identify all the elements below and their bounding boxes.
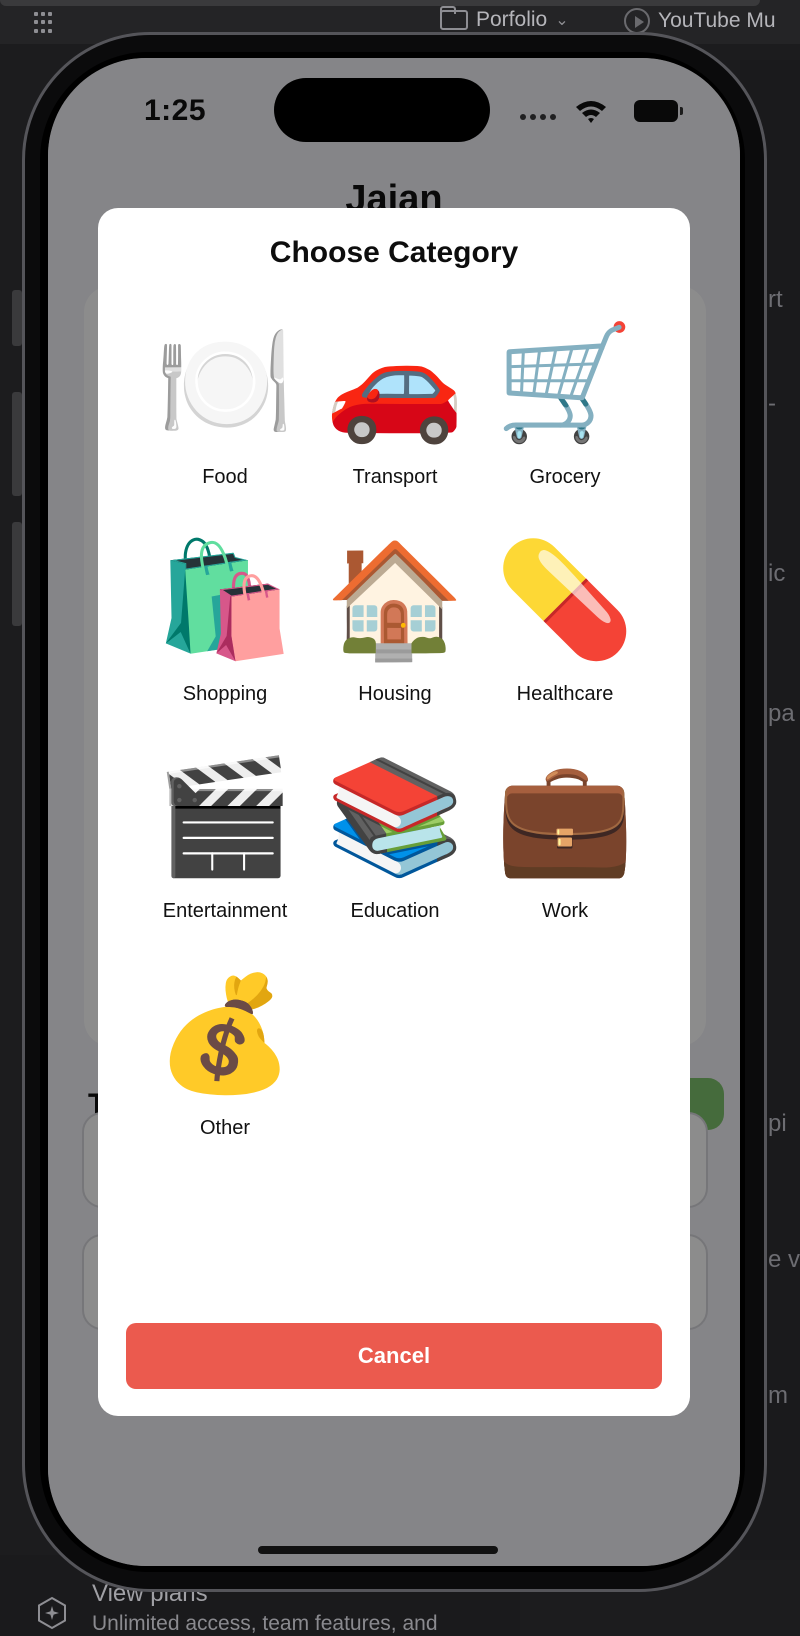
tab-youtube-music[interactable]: YouTube Mu <box>624 8 776 34</box>
category-label: Entertainment <box>162 900 288 922</box>
home-indicator[interactable] <box>258 1546 498 1554</box>
text-fragment: - <box>768 390 776 417</box>
text-fragment: m <box>768 1382 788 1409</box>
tab-portfolio[interactable]: Porfolio ⌄ <box>440 6 569 32</box>
category-other[interactable]: 💰 Other <box>140 969 310 1186</box>
text-fragment: pi <box>768 1110 787 1137</box>
cart-icon: 🛒 <box>495 320 635 445</box>
hexagon-sparkle-icon <box>38 1596 66 1630</box>
pill-icon: 💊 <box>495 537 635 662</box>
cancel-button[interactable]: Cancel <box>126 1323 662 1389</box>
category-picker-modal: Choose Category 🍽️ Food 🚗 Transport 🛒 Gr… <box>98 208 690 1416</box>
text-fragment: ic <box>768 560 786 587</box>
volume-down-button <box>12 522 22 626</box>
category-label: Work <box>541 900 589 922</box>
text-fragment: rt <box>768 286 783 313</box>
clapper-board-icon: 🎬 <box>155 754 295 879</box>
category-food[interactable]: 🍽️ Food <box>140 318 310 535</box>
category-label: Grocery <box>529 466 601 488</box>
category-label: Other <box>199 1117 251 1139</box>
category-shopping[interactable]: 🛍️ Shopping <box>140 535 310 752</box>
books-icon: 📚 <box>325 754 465 879</box>
modal-title: Choose Category <box>269 236 519 269</box>
window-edge <box>0 0 760 6</box>
view-plans-subtitle: Unlimited access, team features, and <box>92 1612 438 1635</box>
category-entertainment[interactable]: 🎬 Entertainment <box>140 752 310 969</box>
category-label: Housing <box>358 683 432 705</box>
tab-label: YouTube Mu <box>658 9 776 32</box>
briefcase-icon: 💼 <box>495 754 635 879</box>
house-icon: 🏠 <box>325 537 465 662</box>
car-icon: 🚗 <box>325 320 465 445</box>
food-icon: 🍽️ <box>155 320 295 445</box>
category-housing[interactable]: 🏠 Housing <box>310 535 480 752</box>
text-fragment: e v <box>768 1246 800 1273</box>
text-fragment: pa <box>768 700 795 727</box>
volume-up-button <box>12 392 22 496</box>
category-label: Shopping <box>182 683 268 705</box>
play-icon <box>624 8 650 34</box>
chevron-down-icon: ⌄ <box>555 12 569 29</box>
tab-label: Porfolio <box>476 8 548 31</box>
category-education[interactable]: 📚 Education <box>310 752 480 969</box>
folder-icon <box>440 6 468 30</box>
category-label: Healthcare <box>516 683 614 705</box>
category-grocery[interactable]: 🛒 Grocery <box>480 318 650 535</box>
category-label: Food <box>202 466 248 488</box>
category-healthcare[interactable]: 💊 Healthcare <box>480 535 650 752</box>
category-work[interactable]: 💼 Work <box>480 752 650 969</box>
shopping-bags-icon: 🛍️ <box>155 537 295 662</box>
category-transport[interactable]: 🚗 Transport <box>310 318 480 535</box>
action-button <box>12 290 22 346</box>
category-label: Education <box>350 900 440 922</box>
category-grid: 🍽️ Food 🚗 Transport 🛒 Grocery 🛍️ Shoppin… <box>140 318 650 1186</box>
app-grid-icon[interactable] <box>34 12 56 34</box>
category-label: Transport <box>352 466 438 488</box>
money-bag-icon: 💰 <box>155 971 295 1096</box>
